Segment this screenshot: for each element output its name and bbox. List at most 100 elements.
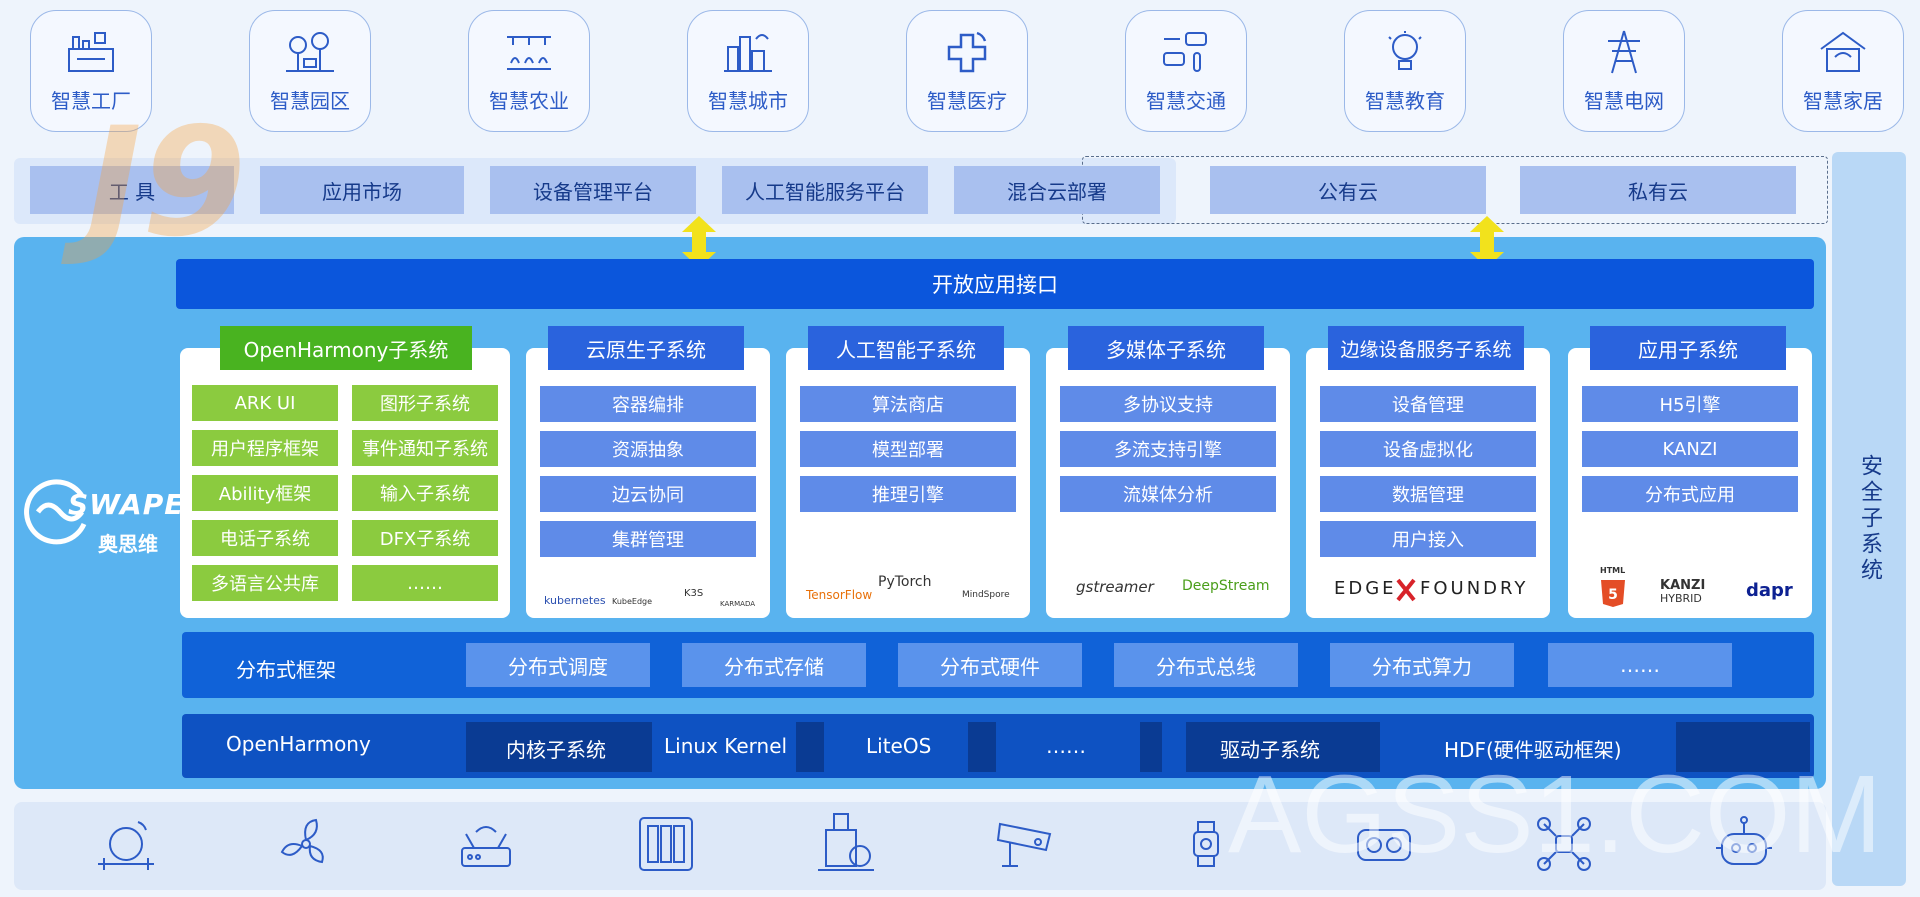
industry-label: 智慧教育 [1365, 88, 1445, 113]
edgex-x-icon [1396, 578, 1416, 602]
oh-item-graphics[interactable]: 图形子系统 [352, 385, 498, 421]
edge-service-title[interactable]: 边缘设备服务子系统 [1328, 326, 1524, 370]
industry-label: 智慧城市 [708, 88, 788, 113]
edge-item-data-mgmt[interactable]: 数据管理 [1320, 476, 1536, 512]
dist-item-hardware[interactable]: 分布式硬件 [898, 643, 1082, 687]
mm-item-stream-analysis[interactable]: 流媒体分析 [1060, 476, 1276, 512]
html5-icon: 5 [1601, 580, 1625, 607]
city-icon [724, 33, 772, 72]
industry-smart-home[interactable]: 智慧家居 [1782, 10, 1904, 132]
oh-item-more[interactable]: …… [352, 565, 498, 601]
open-api-bar[interactable]: 开放应用接口 [176, 259, 1814, 309]
home-icon [1820, 31, 1866, 72]
kanzi-hybrid-logo: HYBRID [1660, 592, 1702, 605]
industry-smart-medical[interactable]: 智慧医疗 [906, 10, 1028, 132]
linux-kernel-label: Linux Kernel [664, 734, 788, 758]
private-cloud-button[interactable]: 私有云 [1520, 166, 1796, 214]
ai-item-model-deploy[interactable]: 模型部署 [800, 431, 1016, 467]
factory-icon [68, 31, 114, 72]
industry-smart-park[interactable]: 智慧园区 [249, 10, 371, 132]
industry-label: 智慧园区 [270, 88, 350, 113]
ai-subsystem-title[interactable]: 人工智能子系统 [808, 326, 1004, 370]
cn-item-orchestration[interactable]: 容器编排 [540, 386, 756, 422]
mindspore-logo: MindSpore [962, 590, 1010, 600]
brand-cn-text: 奥思维 [98, 532, 158, 556]
swape-logo: SWAPE 奥思维 [24, 478, 183, 558]
industry-label: 智慧电网 [1584, 88, 1664, 113]
dist-item-compute[interactable]: 分布式算力 [1330, 643, 1514, 687]
ai-platform-button[interactable]: 人工智能服务平台 [722, 166, 928, 214]
industry-label: 智慧家居 [1803, 88, 1883, 113]
dist-item-scheduling[interactable]: 分布式调度 [466, 643, 650, 687]
oh-item-event-notify[interactable]: 事件通知子系统 [352, 430, 498, 466]
industry-smart-traffic[interactable]: 智慧交通 [1125, 10, 1247, 132]
cn-item-resource[interactable]: 资源抽象 [540, 431, 756, 467]
distributed-framework-label: 分布式框架 [236, 658, 336, 682]
traffic-icon [1163, 31, 1207, 72]
edge-item-virtualization[interactable]: 设备虚拟化 [1320, 431, 1536, 467]
power-tower-icon [1608, 30, 1640, 73]
lightbulb-icon [1388, 30, 1422, 70]
meter-cabinet-icon[interactable] [814, 812, 878, 876]
industry-smart-grid[interactable]: 智慧电网 [1563, 10, 1685, 132]
pytorch-logo: PyTorch [878, 574, 932, 590]
edgex-logo-right: FOUNDRY [1420, 578, 1529, 599]
camera-icon[interactable] [994, 812, 1058, 876]
oh-item-user-framework[interactable]: 用户程序框架 [192, 430, 338, 466]
multimedia-title[interactable]: 多媒体子系统 [1068, 326, 1264, 370]
openharmony-label: OpenHarmony [226, 732, 371, 756]
cloud-native-title[interactable]: 云原生子系统 [548, 326, 744, 370]
meter-icon[interactable] [94, 812, 158, 876]
oh-item-dfx[interactable]: DFX子系统 [352, 520, 498, 556]
mm-item-multistream[interactable]: 多流支持引擎 [1060, 431, 1276, 467]
fan-icon[interactable] [272, 812, 336, 876]
dist-item-bus[interactable]: 分布式总线 [1114, 643, 1298, 687]
dist-item-more[interactable]: …… [1548, 643, 1732, 687]
industry-smart-agriculture[interactable]: 智慧农业 [468, 10, 590, 132]
industry-label: 智慧交通 [1146, 88, 1226, 113]
kubeedge-logo: KubeEdge [612, 597, 653, 606]
public-cloud-button[interactable]: 公有云 [1210, 166, 1486, 214]
hybrid-cloud-button[interactable]: 混合云部署 [954, 166, 1160, 214]
ai-item-inference[interactable]: 推理引擎 [800, 476, 1016, 512]
app-subsystem-title[interactable]: 应用子系统 [1590, 326, 1786, 370]
oh-item-ark-ui[interactable]: ARK UI [192, 385, 338, 421]
openharmony-subsystem-title[interactable]: OpenHarmony子系统 [220, 326, 472, 370]
mm-item-protocols[interactable]: 多协议支持 [1060, 386, 1276, 422]
device-platform-button[interactable]: 设备管理平台 [490, 166, 696, 214]
cn-item-cluster[interactable]: 集群管理 [540, 521, 756, 557]
app-market-button[interactable]: 应用市场 [260, 166, 464, 214]
kernel-subsystem-label: 内核子系统 [506, 738, 606, 762]
kubernetes-logo: kubernetes [544, 594, 606, 607]
edge-item-device-mgmt[interactable]: 设备管理 [1320, 386, 1536, 422]
kanzi-logo: KANZI [1660, 578, 1706, 593]
oh-item-input[interactable]: 输入子系统 [352, 475, 498, 511]
oh-item-i18n[interactable]: 多语言公共库 [192, 565, 338, 601]
tensorflow-logo: TensorFlow [806, 588, 873, 602]
app-item-h5[interactable]: H5引擎 [1582, 386, 1798, 422]
router-icon[interactable] [454, 812, 518, 876]
app-item-distributed-app[interactable]: 分布式应用 [1582, 476, 1798, 512]
ai-item-algo-store[interactable]: 算法商店 [800, 386, 1016, 422]
karmada-logo: KARMADA [720, 600, 756, 608]
edge-item-user-access[interactable]: 用户接入 [1320, 521, 1536, 557]
deepstream-logo: DeepStream [1182, 578, 1270, 594]
site-watermark: AGSS1.COM [1228, 753, 1883, 876]
oh-item-ability[interactable]: Ability框架 [192, 475, 338, 511]
kernel-more-label: …… [1046, 734, 1086, 758]
kernel-divider [968, 722, 996, 772]
kernel-divider [1140, 722, 1162, 772]
industry-smart-city[interactable]: 智慧城市 [687, 10, 809, 132]
html-logo-text: HTML [1600, 566, 1626, 575]
server-icon[interactable] [634, 812, 698, 876]
park-icon [286, 31, 334, 72]
security-label: 安全子系统 [1857, 454, 1882, 584]
kernel-divider [796, 722, 824, 772]
cn-item-edge-cloud[interactable]: 边云协同 [540, 476, 756, 512]
app-item-kanzi[interactable]: KANZI [1582, 431, 1798, 467]
industry-label: 智慧医疗 [927, 88, 1007, 113]
oh-item-telephony[interactable]: 电话子系统 [192, 520, 338, 556]
liteos-label: LiteOS [866, 734, 932, 758]
dist-item-storage[interactable]: 分布式存储 [682, 643, 866, 687]
industry-smart-education[interactable]: 智慧教育 [1344, 10, 1466, 132]
